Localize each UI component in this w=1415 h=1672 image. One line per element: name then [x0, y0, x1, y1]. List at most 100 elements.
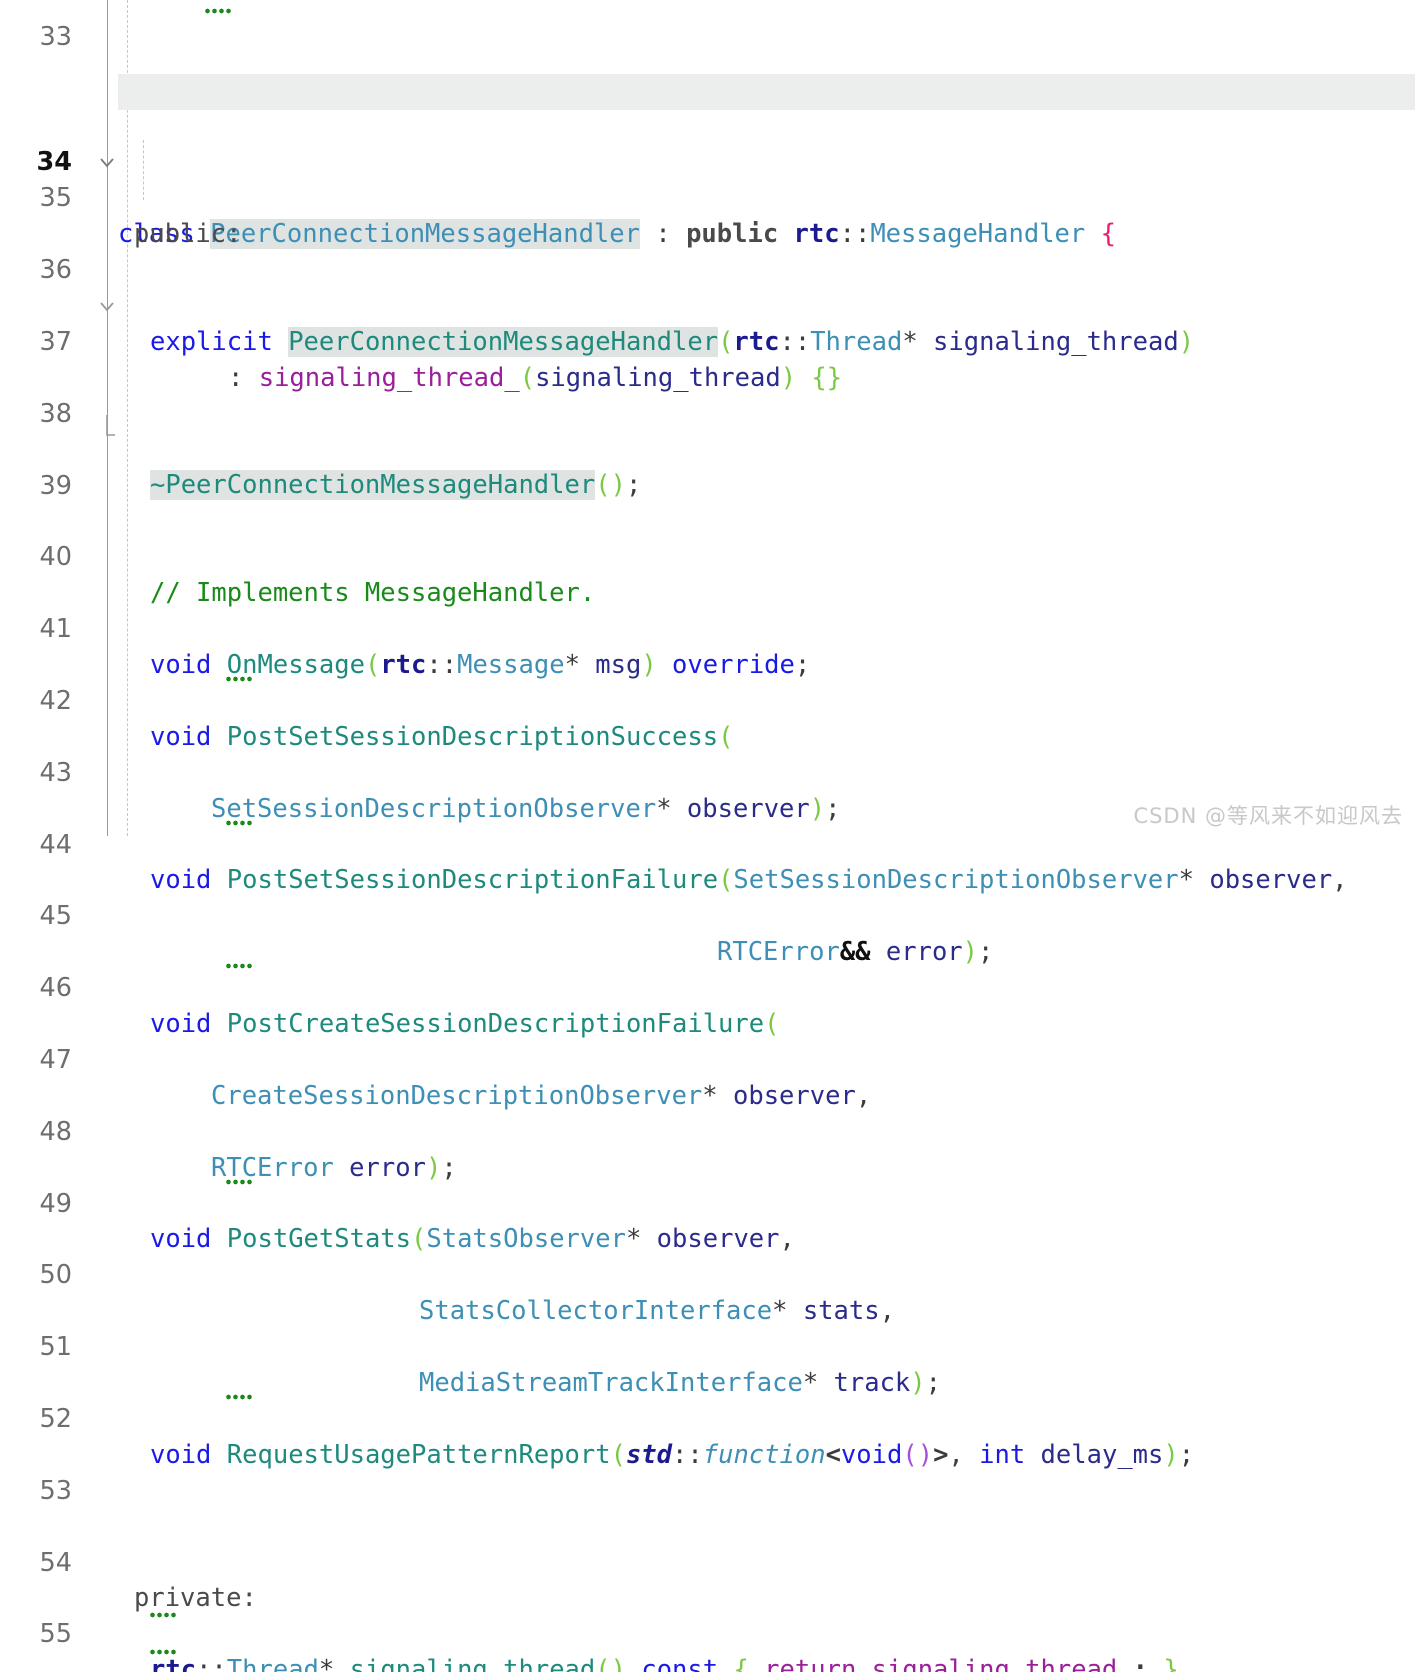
- token-rparen: ): [809, 793, 826, 824]
- code-text: : signaling_thread_(signaling_thread) {}: [228, 361, 842, 397]
- code-line-34[interactable]: 34 class PeerConnectionMessageHandler : …: [0, 73, 1415, 249]
- token-semicolon: ;: [978, 937, 994, 968]
- token-namespace-rtc: rtc: [150, 1655, 197, 1672]
- line-number: 55: [39, 1619, 72, 1650]
- token-param: observer: [641, 1224, 780, 1255]
- hint-dots-icon: [226, 819, 252, 826]
- line-number: 51: [39, 1332, 72, 1363]
- token-star: *: [625, 1224, 642, 1255]
- token-base-class: MessageHandler: [870, 218, 1086, 249]
- code-text: void PostGetStats(StatsObserver* observe…: [150, 1222, 795, 1258]
- token-lparen: (: [411, 1224, 427, 1255]
- token-comment: // Implements MessageHandler.: [150, 578, 596, 609]
- line-number: 33: [39, 21, 72, 52]
- token-comma: ,: [879, 1296, 895, 1327]
- code-editor[interactable]: 33 34 class PeerConnectionMessageHandler…: [0, 0, 1415, 1672]
- token-rbrace: }: [1148, 1655, 1179, 1672]
- token-type: CreateSessionDescriptionObserver: [211, 1080, 703, 1111]
- code-line-46[interactable]: 46 void PostCreateSessionDescriptionFail…: [0, 935, 1415, 1039]
- token-type-thread: Thread: [226, 1655, 319, 1672]
- token-param: observer: [1194, 865, 1333, 896]
- token-type-message: Message: [457, 649, 565, 680]
- token-rparen: ): [910, 1367, 926, 1398]
- token-function-name: PostSetSessionDescriptionSuccess: [226, 721, 719, 752]
- code-line-40[interactable]: 40 // Implements MessageHandler.: [0, 505, 1415, 608]
- token-keyword-void: void: [150, 1224, 212, 1255]
- token-rparen: ): [641, 649, 657, 680]
- token-lparen: (: [764, 1008, 780, 1039]
- warning-squiggle: [210, 101, 628, 108]
- token-comma: ,: [1332, 865, 1348, 896]
- token-param: stats: [787, 1296, 880, 1327]
- line-number: 48: [39, 1116, 72, 1147]
- token-rparen: ): [780, 362, 797, 393]
- token-function-name: RequestUsagePatternReport: [226, 1439, 611, 1470]
- token-keyword-void: void: [150, 1008, 212, 1039]
- hint-dots-icon: [205, 8, 231, 14]
- token-parens: (): [595, 1655, 626, 1672]
- code-line-54[interactable]: 54 private:: [0, 1510, 1415, 1614]
- line-number: 47: [39, 1044, 72, 1075]
- hint-dots-icon: [226, 676, 252, 683]
- token-lparen: (: [718, 721, 734, 752]
- token-scope: ::: [426, 649, 458, 680]
- line-number: 40: [39, 542, 72, 573]
- code-text: explicit PeerConnectionMessageHandler(rt…: [150, 325, 1194, 361]
- token-keyword-void: void: [150, 1439, 212, 1470]
- token-param: signaling_thread: [917, 326, 1179, 357]
- token-param: track: [818, 1367, 911, 1398]
- token-star: *: [1178, 865, 1194, 896]
- code-line-35[interactable]: 35 public:: [0, 146, 1415, 249]
- line-number: 52: [39, 1403, 72, 1434]
- fold-arrow-icon[interactable]: [96, 217, 118, 312]
- token-function-name: PostSetSessionDescriptionFailure: [226, 865, 719, 896]
- token-param: observer: [671, 793, 810, 824]
- code-line-33[interactable]: 33: [0, 0, 1415, 52]
- line-number: 46: [39, 973, 72, 1004]
- token-lparen: (: [610, 1439, 626, 1470]
- code-text: ~PeerConnectionMessageHandler();: [150, 468, 641, 504]
- token-angle-open: <: [825, 1439, 841, 1470]
- token-star: *: [564, 649, 580, 680]
- token-scope: ::: [672, 1439, 703, 1470]
- code-line-39[interactable]: 39: [0, 433, 1415, 501]
- token-semicolon: ;: [925, 1367, 942, 1398]
- line-number: 42: [39, 685, 72, 716]
- token-semicolon: ;: [1178, 1439, 1195, 1470]
- token-init-colon: :: [228, 362, 259, 393]
- token-rparen: ): [1163, 1439, 1179, 1470]
- code-text: MediaStreamTrackInterface* track);: [419, 1366, 941, 1402]
- line-number: 36: [39, 255, 72, 286]
- token-arg: signaling_thread: [535, 362, 781, 393]
- fold-arrow-icon[interactable]: [96, 74, 118, 168]
- code-text: CreateSessionDescriptionObserver* observ…: [211, 1079, 871, 1115]
- line-number: 37: [39, 326, 72, 357]
- token-member-init: signaling_thread_: [258, 362, 520, 393]
- token-namespace-rtc: rtc: [380, 649, 427, 680]
- token-keyword-int: int: [979, 1439, 1026, 1470]
- token-param: error: [333, 1152, 426, 1183]
- hint-dots-icon: [226, 963, 252, 970]
- token-keyword-return: return: [748, 1655, 857, 1672]
- token-scope: ::: [839, 218, 871, 249]
- code-text: class PeerConnectionMessageHandler : pub…: [118, 217, 1116, 253]
- line-number: 38: [39, 398, 72, 429]
- token-star: *: [772, 1296, 788, 1327]
- token-semicolon: ;: [825, 793, 841, 824]
- code-text: rtc::Thread* signaling_thread() const { …: [150, 1653, 1179, 1672]
- hint-dots-icon: [226, 1394, 252, 1401]
- token-comma: ,: [948, 1439, 980, 1470]
- token-star: *: [802, 1367, 819, 1398]
- line-number: 39: [39, 470, 72, 501]
- line-number: 50: [39, 1260, 72, 1291]
- code-text: void RequestUsagePatternReport(std::func…: [150, 1438, 1194, 1474]
- token-function-name: PostGetStats: [226, 1224, 412, 1255]
- code-line-37[interactable]: 37 : signaling_thread_(signaling_thread)…: [0, 289, 1415, 393]
- line-number: 53: [39, 1475, 72, 1506]
- token-semicolon: ;: [794, 649, 811, 680]
